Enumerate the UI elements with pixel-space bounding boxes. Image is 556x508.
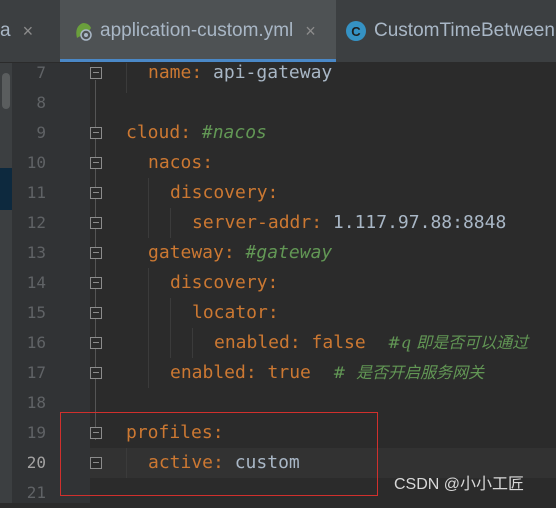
colon: : <box>223 242 235 263</box>
yaml-key: name <box>148 62 192 83</box>
annotation-highlight-box <box>60 412 378 496</box>
fold-marker-icon[interactable] <box>90 217 102 229</box>
yaml-comment: #gateway <box>245 242 333 263</box>
yaml-key: gateway <box>148 242 224 263</box>
colon: : <box>191 62 203 83</box>
line-number: 8 <box>36 93 46 112</box>
line-number: 11 <box>26 183 46 202</box>
code-line-9[interactable]: cloud: #nacos <box>126 118 267 148</box>
code-line-16[interactable]: enabled: false #q 即是否可以通过 <box>214 328 528 358</box>
yaml-value: true <box>267 362 311 383</box>
yaml-comment: #nacos <box>201 122 267 143</box>
code-line-13[interactable]: gateway: #gateway <box>148 238 332 268</box>
tab-label: a <box>0 20 11 41</box>
code-line-10[interactable]: nacos: <box>148 148 213 178</box>
line-number: 9 <box>36 123 46 142</box>
indent-guide <box>192 328 193 358</box>
yaml-key: server-addr <box>192 212 312 233</box>
fold-marker-icon[interactable] <box>90 277 102 289</box>
yaml-comment: # 是否开启服务网关 <box>332 363 485 382</box>
indent-guide <box>148 178 149 238</box>
indent-guide <box>170 208 171 238</box>
line-number: 7 <box>36 63 46 82</box>
fold-marker-icon[interactable] <box>90 247 102 259</box>
yaml-key: enabled <box>214 332 290 353</box>
code-line-15[interactable]: locator: <box>192 298 279 328</box>
code-line-14[interactable]: discovery: <box>170 268 278 298</box>
line-number: 12 <box>26 213 46 232</box>
code-line-17[interactable]: enabled: true # 是否开启服务网关 <box>170 358 484 388</box>
code-line-12[interactable]: server-addr: 1.117.97.88:8848 <box>192 208 506 238</box>
class-icon: C <box>346 21 366 41</box>
line-number: 15 <box>26 303 46 322</box>
yaml-comment: #q 即是否可以通过 <box>387 333 529 352</box>
fold-marker-icon[interactable] <box>90 367 102 379</box>
close-icon[interactable]: × <box>305 21 316 42</box>
line-number: 18 <box>26 393 46 412</box>
watermark: CSDN @小小工匠 <box>394 476 525 493</box>
line-number-current: 20 <box>26 453 46 472</box>
yaml-key: cloud <box>126 122 181 143</box>
fold-marker-icon[interactable] <box>90 67 102 79</box>
indent-guide <box>126 63 127 93</box>
tool-window-strip <box>0 63 12 503</box>
colon: : <box>267 272 279 293</box>
colon: : <box>245 362 257 383</box>
editor-tab-bar: a × application-custom.yml × C CustomTim… <box>0 0 556 63</box>
colon: : <box>267 182 279 203</box>
code-line-7[interactable]: name: api-gateway <box>148 58 332 88</box>
line-number: 13 <box>26 243 46 262</box>
colon: : <box>311 212 323 233</box>
indent-guide <box>170 298 171 358</box>
close-icon[interactable]: × <box>23 21 34 42</box>
yaml-key: enabled <box>170 362 246 383</box>
project-selection-marker <box>0 168 12 210</box>
yaml-value: false <box>311 332 366 353</box>
fold-marker-icon[interactable] <box>90 187 102 199</box>
yml-config-icon <box>72 20 94 42</box>
yaml-value: api-gateway <box>213 62 333 83</box>
tab-label: application-custom.yml <box>100 20 294 41</box>
yaml-key: discovery <box>170 272 268 293</box>
line-number: 21 <box>26 483 46 502</box>
scrollbar-thumb[interactable] <box>2 73 10 109</box>
tab-previous-file[interactable]: a × <box>0 0 33 62</box>
colon: : <box>202 152 214 173</box>
indent-guide <box>148 268 149 388</box>
line-number: 10 <box>26 153 46 172</box>
tab-application-custom-yml[interactable]: application-custom.yml × <box>60 0 336 62</box>
fold-marker-icon[interactable] <box>90 337 102 349</box>
colon: : <box>267 302 279 323</box>
line-number: 16 <box>26 333 46 352</box>
line-number: 19 <box>26 423 46 442</box>
yaml-key: discovery <box>170 182 268 203</box>
tab-custom-time-between[interactable]: C CustomTimeBetween <box>340 0 555 62</box>
fold-marker-icon[interactable] <box>90 157 102 169</box>
line-number: 17 <box>26 363 46 382</box>
fold-marker-icon[interactable] <box>90 307 102 319</box>
yaml-value: 1.117.97.88:8848 <box>332 212 507 233</box>
line-number: 14 <box>26 273 46 292</box>
colon: : <box>180 122 192 143</box>
fold-marker-icon[interactable] <box>90 127 102 139</box>
colon: : <box>289 332 301 353</box>
yaml-key: nacos <box>148 152 203 173</box>
yaml-key: locator <box>192 302 268 323</box>
tab-label: CustomTimeBetween <box>374 20 555 41</box>
code-line-11[interactable]: discovery: <box>170 178 278 208</box>
